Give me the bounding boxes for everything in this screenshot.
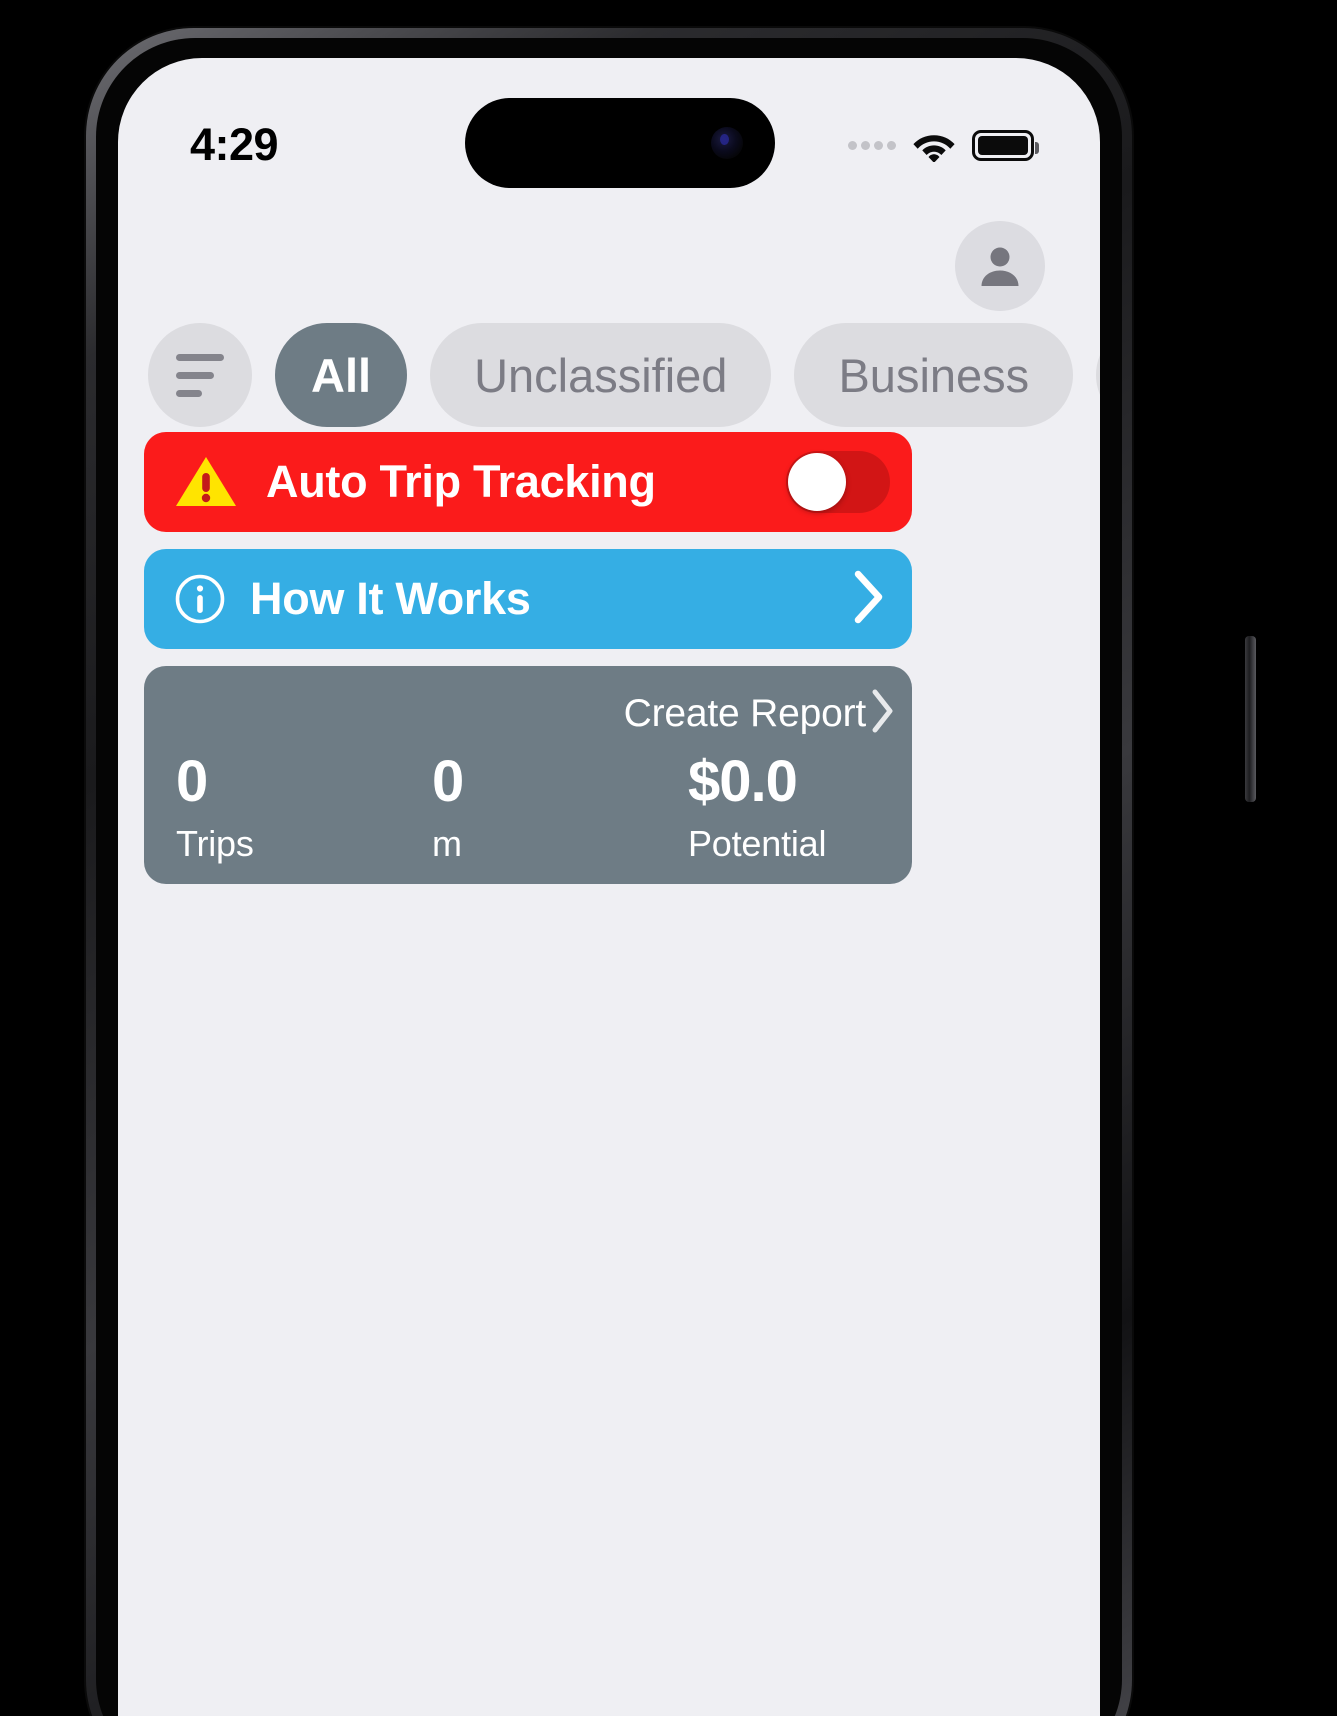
alert-banner-title: Auto Trip Tracking [266, 456, 656, 507]
filter-chip-label: All [311, 348, 372, 402]
status-time: 4:29 [190, 119, 279, 170]
dynamic-island [465, 98, 775, 188]
stat-potential: $0.0 Potential [656, 749, 912, 865]
filter-chip-business[interactable]: Business [794, 323, 1074, 427]
filter-chip-label: Business [838, 348, 1030, 402]
info-circle-icon [175, 574, 225, 624]
stat-value: $0.0 [688, 749, 798, 814]
status-indicators [848, 129, 1039, 163]
battery-icon [972, 129, 1039, 161]
filter-chip-all[interactable]: All [275, 323, 408, 427]
stat-label: Trips [176, 822, 254, 864]
app-content: All Unclassified Business Personal [118, 58, 1100, 1716]
filter-sort-icon [176, 353, 224, 397]
info-banner-title: How It Works [250, 573, 531, 624]
filter-chip-personal[interactable]: Personal [1096, 323, 1100, 427]
front-camera-icon [711, 127, 743, 159]
toggle-knob [788, 453, 846, 511]
alert-banner-content: Auto Trip Tracking [174, 454, 656, 510]
filter-chips-row[interactable]: All Unclassified Business Personal [118, 321, 1100, 429]
power-button[interactable] [1245, 636, 1256, 802]
stat-label: Potential [688, 822, 827, 864]
filter-chip-unclassified[interactable]: Unclassified [430, 323, 772, 427]
stats-row: 0 Trips 0 m $0.0 Potential [144, 749, 912, 865]
trip-stats-card: Create Report 0 Trips 0 m $0.0 Potential [144, 666, 912, 884]
stat-distance: 0 m [400, 749, 656, 865]
wifi-icon [912, 129, 956, 163]
create-report-label: Create Report [623, 691, 867, 735]
stat-label: m [432, 822, 462, 864]
info-banner-content: How It Works [174, 573, 531, 625]
screenshot-stage: 4:29 All Unclassified Business Auto Trip… [0, 0, 1337, 1716]
signal-dots-icon [848, 140, 896, 150]
create-report-button[interactable]: Create Report [624, 688, 896, 739]
auto-trip-tracking-toggle[interactable] [786, 451, 890, 513]
filter-chip-label: Unclassified [474, 348, 728, 402]
stat-value: 0 [176, 749, 208, 814]
header-row [118, 221, 1100, 311]
auto-trip-tracking-banner[interactable]: Auto Trip Tracking [144, 432, 912, 532]
chevron-right-icon [852, 569, 886, 630]
stat-value: 0 [432, 749, 464, 814]
phone-screen: 4:29 All Unclassified Business Auto Trip… [118, 58, 1100, 1716]
stat-trips: 0 Trips [144, 749, 400, 865]
chevron-right-icon [870, 688, 896, 739]
warning-triangle-icon [176, 457, 236, 506]
filter-sort-button[interactable] [148, 323, 252, 427]
profile-avatar-button[interactable] [955, 221, 1045, 311]
how-it-works-banner[interactable]: How It Works [144, 549, 912, 649]
battery-fill [978, 135, 1028, 155]
person-avatar-icon [981, 247, 1019, 286]
